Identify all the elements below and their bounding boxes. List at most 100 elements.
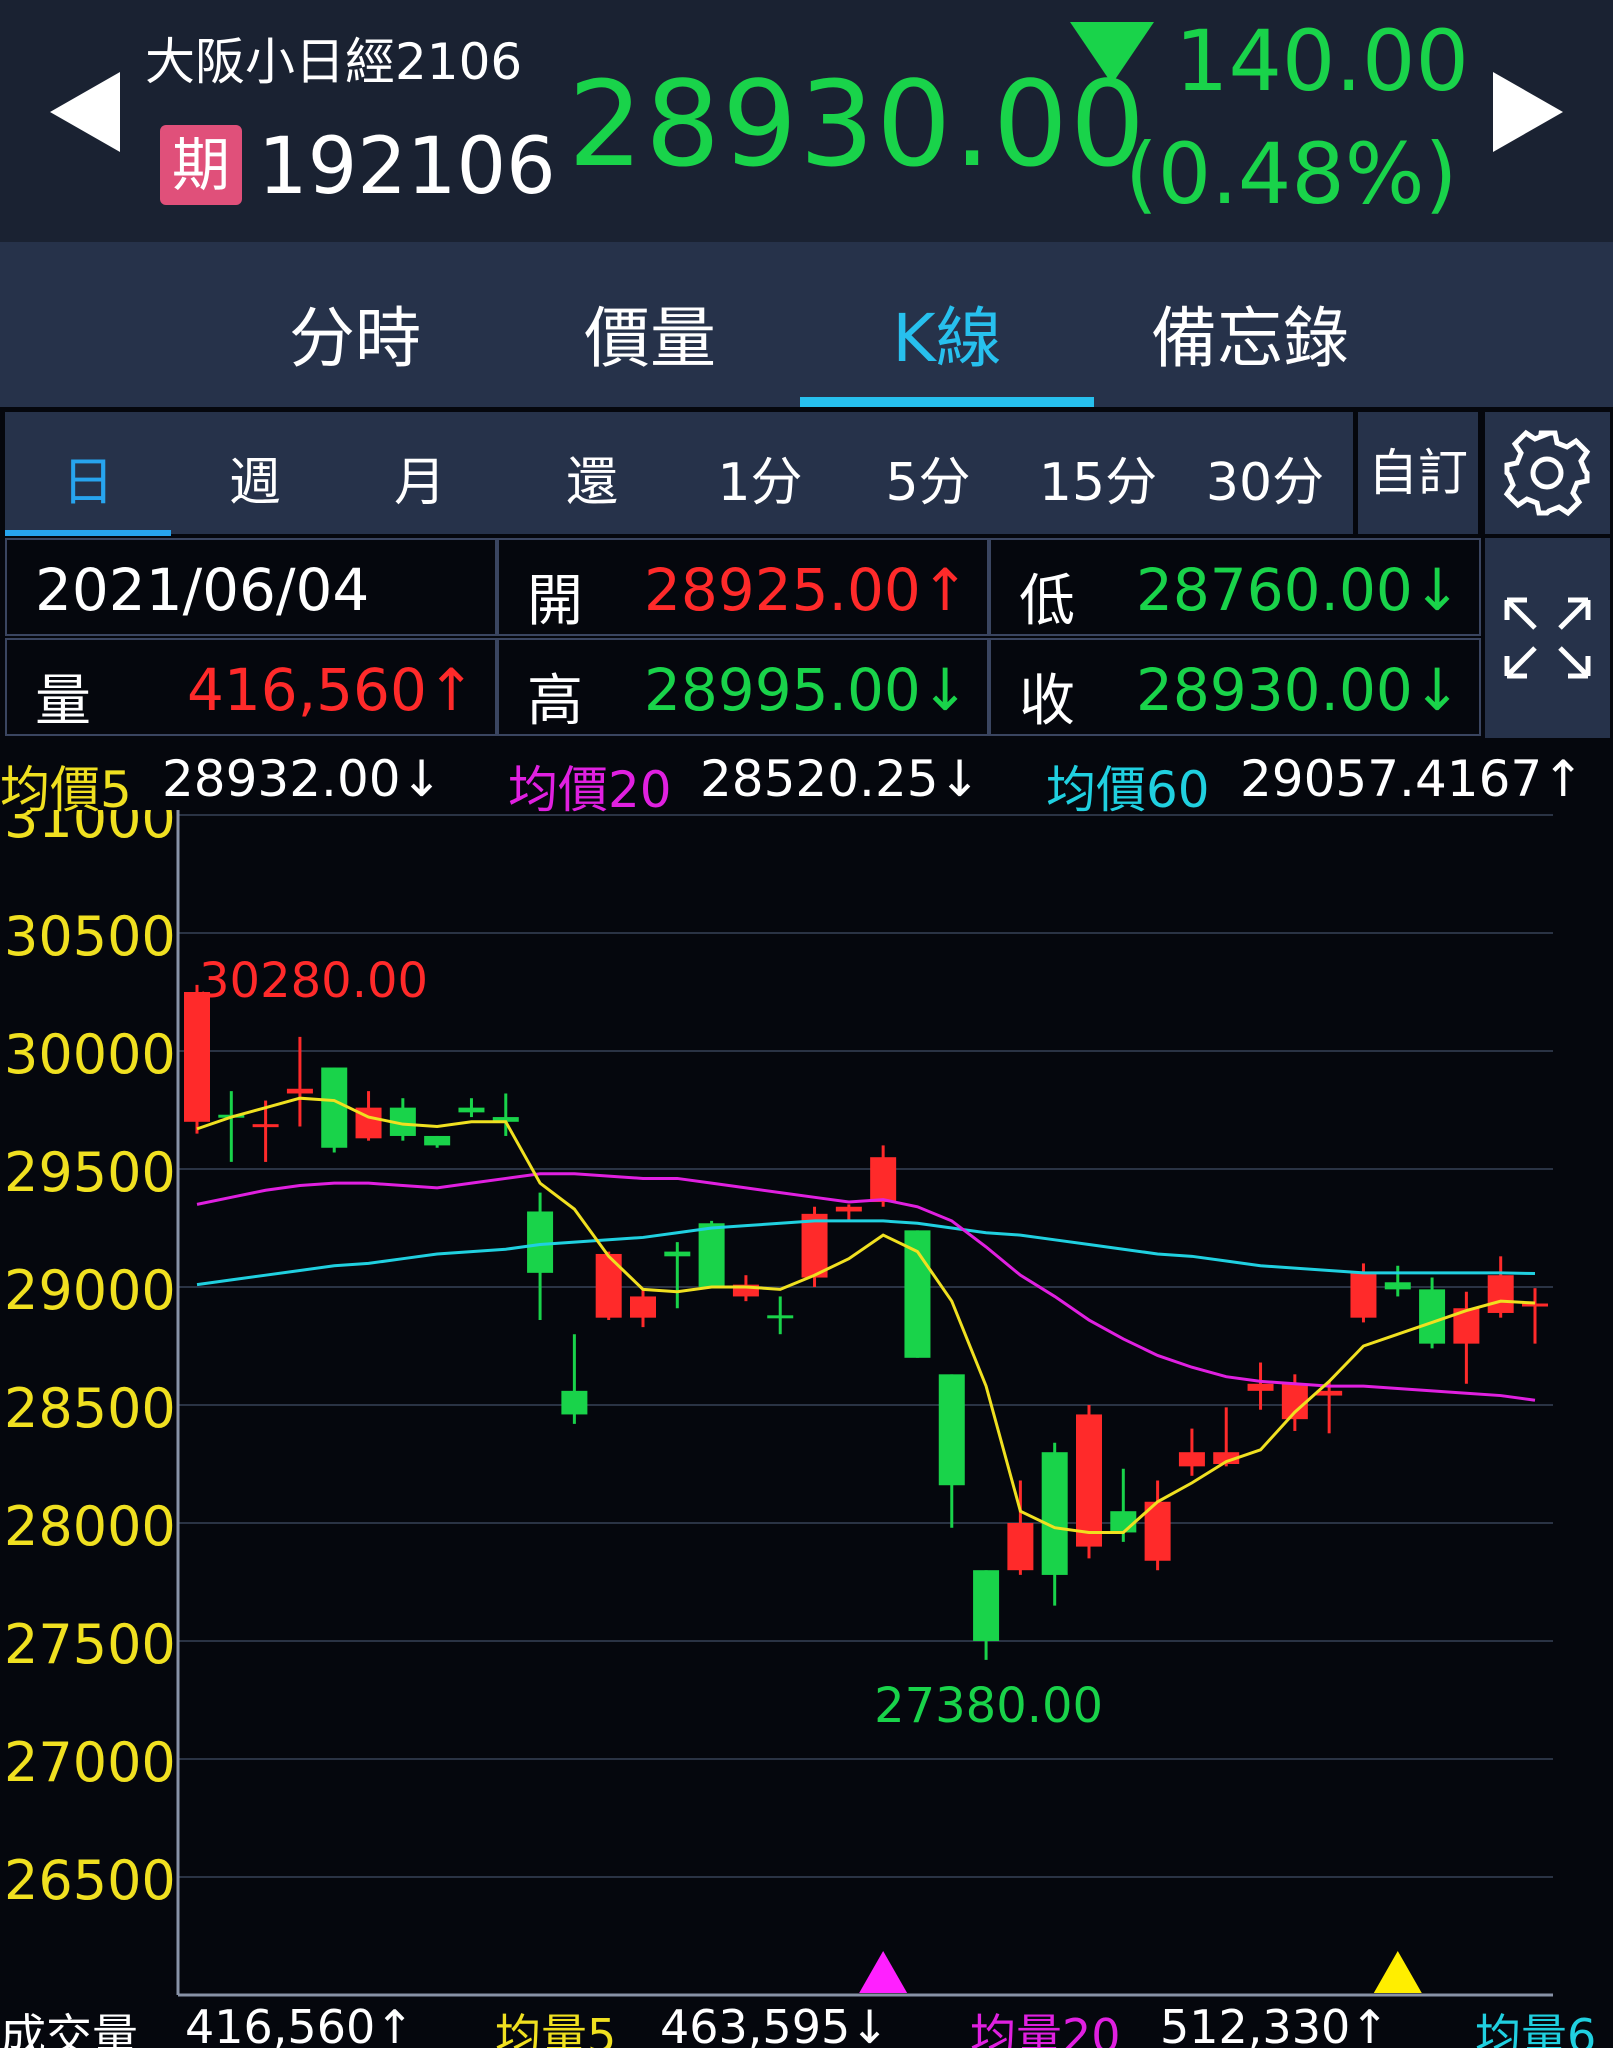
gear-icon [1503, 429, 1591, 517]
period-30min[interactable]: 30分 [1195, 440, 1335, 515]
prev-arrow-icon[interactable] [50, 72, 120, 152]
volume-row-label: 成交量 [0, 2009, 138, 2048]
tab-kline[interactable]: K線 [807, 285, 1087, 381]
candle-body [561, 1390, 588, 1415]
candle-body [1419, 1289, 1446, 1344]
price-change: 140.00 [1175, 12, 1469, 110]
info-low-cell: 低 28760.00↓ [989, 538, 1481, 636]
candle-body [1110, 1511, 1137, 1533]
tab-intraday[interactable]: 分時 [215, 285, 495, 381]
settings-button[interactable] [1485, 412, 1610, 534]
info-open-cell: 開 28925.00↑ [497, 538, 989, 636]
y-tick-label: 31000 [4, 810, 176, 850]
period-day[interactable]: 日 [18, 440, 158, 515]
ma5-value: 28932.00↓ [162, 750, 443, 808]
high-label: 高 [527, 669, 583, 734]
chart-high-label: 30280.00 [199, 953, 428, 1009]
instrument-name: 大阪小日經2106 [145, 33, 523, 91]
vol-ma5-label: 均量5 [495, 2009, 617, 2048]
period-15min[interactable]: 15分 [1028, 440, 1168, 515]
volume-row-value: 416,560↑ [185, 2000, 414, 2048]
candle-body [904, 1230, 931, 1358]
volume-legend: 成交量 416,560↑ 均量5 463,595↓ 均量20 512,330↑ … [0, 2000, 1613, 2048]
candle-body [1487, 1275, 1514, 1313]
candle-body [286, 1088, 313, 1094]
moving-average-legend: 均價5 28932.00↓ 均價20 28520.25↓ 均價60 29057.… [0, 750, 1613, 819]
y-tick-label: 28000 [4, 1495, 176, 1558]
candle-body [424, 1135, 451, 1146]
instrument-code: 192106 [258, 122, 556, 212]
price-change-percent: (0.48%) [1125, 125, 1458, 223]
candle-body [1247, 1383, 1274, 1391]
low-label: 低 [1019, 569, 1075, 634]
candle-body [938, 1374, 965, 1486]
candle-body [1007, 1523, 1034, 1571]
candle-body [527, 1211, 554, 1273]
vol-ma5-value: 463,595↓ [660, 2000, 889, 2048]
period-week[interactable]: 週 [185, 440, 325, 515]
ma20-value: 28520.25↓ [700, 750, 981, 808]
candle-body [973, 1570, 1000, 1641]
candle-body [801, 1213, 828, 1278]
expand-icon [1504, 597, 1591, 679]
y-tick-label: 30500 [4, 905, 176, 968]
y-tick-label: 29000 [4, 1259, 176, 1322]
close-value: 28930.00↓ [1136, 656, 1462, 724]
futures-badge: 期 [160, 125, 242, 205]
candle-body [1041, 1452, 1068, 1575]
y-tick-label: 29500 [4, 1141, 176, 1204]
vol-ma20-value: 512,330↑ [1160, 2000, 1389, 2048]
next-arrow-icon[interactable] [1493, 72, 1563, 152]
period-5min[interactable]: 5分 [858, 440, 998, 515]
tab-price-volume[interactable]: 價量 [510, 285, 790, 381]
last-price: 28930.00 [568, 55, 1148, 193]
candle-body [184, 992, 210, 1122]
chart-low-label: 27380.00 [874, 1678, 1103, 1734]
candle-body [321, 1067, 348, 1148]
candle-body [1384, 1282, 1411, 1290]
candle-body [630, 1296, 656, 1318]
open-value: 28925.00↑ [644, 556, 970, 624]
ma60-line [196, 1219, 1536, 1287]
y-tick-label: 27500 [4, 1613, 176, 1676]
quote-date: 2021/06/04 [35, 556, 370, 624]
candle-body [835, 1206, 862, 1212]
low-value: 28760.00↓ [1136, 556, 1462, 624]
close-label: 收 [1019, 669, 1075, 734]
y-tick-label: 27000 [4, 1731, 176, 1794]
volume-label: 量 [35, 669, 91, 734]
candle-body [870, 1157, 897, 1203]
info-volume-cell: 量 416,560↑ [5, 638, 497, 736]
fullscreen-button[interactable] [1485, 538, 1610, 738]
candle-body [698, 1223, 725, 1287]
active-period-indicator [5, 530, 171, 536]
signal-triangle-icon [1373, 1951, 1422, 1993]
ma60-value: 29057.4167↑ [1240, 750, 1585, 808]
vol-ma60-label: 均量6 [1475, 2009, 1597, 2048]
candle-body [1178, 1452, 1205, 1467]
signal-triangle-icon [859, 1951, 908, 1993]
info-close-cell: 收 28930.00↓ [989, 638, 1481, 736]
y-tick-label: 26500 [4, 1849, 176, 1912]
open-label: 開 [527, 569, 583, 634]
kline-chart[interactable]: 31000 30500 30000 29500 29000 28500 28000 27500… [0, 810, 1613, 2000]
candle-body [767, 1315, 794, 1319]
active-tab-indicator [800, 397, 1094, 407]
candle-body [664, 1251, 691, 1257]
candle-body [1350, 1272, 1377, 1318]
period-month[interactable]: 月 [350, 440, 490, 515]
candle-body [458, 1107, 485, 1113]
high-value: 28995.00↓ [644, 656, 970, 724]
tab-memo[interactable]: 備忘錄 [1110, 285, 1390, 381]
period-1min[interactable]: 1分 [690, 440, 830, 515]
info-high-cell: 高 28995.00↓ [497, 638, 989, 736]
vol-ma20-label: 均量20 [970, 2009, 1121, 2048]
period-adjusted[interactable]: 還 [522, 440, 662, 515]
candle-body [1076, 1414, 1102, 1547]
custom-period-button[interactable]: 自訂 [1358, 412, 1478, 534]
info-date-cell: 2021/06/04 [5, 538, 497, 636]
down-triangle-icon [1070, 22, 1154, 84]
y-tick-label: 30000 [4, 1023, 176, 1086]
y-tick-label: 28500 [4, 1377, 176, 1440]
candle-body [252, 1124, 279, 1128]
